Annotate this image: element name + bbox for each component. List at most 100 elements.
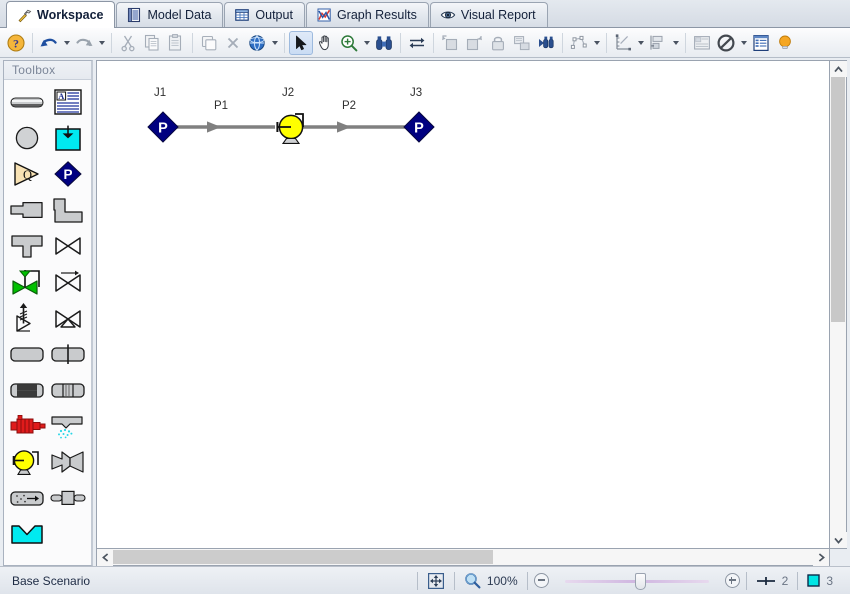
globe-dropdown-arrow[interactable] xyxy=(269,31,280,55)
tab-workspace[interactable]: Workspace xyxy=(6,1,116,28)
general-component-tool[interactable] xyxy=(48,480,90,516)
globe-icon[interactable] xyxy=(245,31,269,55)
pan-hand-icon[interactable] xyxy=(313,31,337,55)
pump-tool[interactable] xyxy=(6,444,48,480)
zoom-level-display[interactable]: 100% xyxy=(455,567,527,594)
heat-exchanger-tool[interactable] xyxy=(6,336,48,372)
junction-j2[interactable] xyxy=(276,113,304,144)
zoom-level-text: 100% xyxy=(486,573,518,588)
toolbar-separator xyxy=(400,32,401,53)
pipe-count-group: 2 xyxy=(747,567,798,594)
junction-j3[interactable]: P xyxy=(403,111,435,143)
area-change-tool[interactable] xyxy=(6,192,48,228)
check-valve-tool[interactable] xyxy=(48,264,90,300)
duplicate-icon xyxy=(197,31,221,55)
toolbox-panel: Toolbox A Q P xyxy=(3,60,93,566)
workspace-area: P P J1 J2 J3 P1 P2 xyxy=(96,60,847,566)
tab-output[interactable]: Output xyxy=(224,2,305,27)
control-valve-tool[interactable] xyxy=(6,264,48,300)
delete-icon xyxy=(221,31,245,55)
undo-icon[interactable] xyxy=(37,31,61,55)
three-way-valve-tool[interactable] xyxy=(48,300,90,336)
relief-valve-tool[interactable] xyxy=(6,300,48,336)
scroll-left-arrow[interactable] xyxy=(97,549,113,566)
orifice-tool[interactable] xyxy=(48,336,90,372)
help-icon[interactable]: ? xyxy=(4,31,28,55)
bring-to-front-icon xyxy=(462,31,486,55)
annotation-tool[interactable]: A xyxy=(48,84,90,120)
junction-label-j1: J1 xyxy=(154,87,167,99)
disable-dropdown-arrow[interactable] xyxy=(738,31,749,55)
toolbar-separator xyxy=(111,32,112,53)
pipe-tool[interactable] xyxy=(6,84,48,120)
zoom-slider-group[interactable] xyxy=(528,567,746,594)
jet-pump-tool[interactable] xyxy=(48,444,90,480)
pipe-p2[interactable] xyxy=(302,121,405,133)
bend-tool[interactable] xyxy=(48,192,90,228)
polyline-icon xyxy=(567,31,591,55)
junction-j1[interactable]: P xyxy=(147,111,179,143)
scale-icon xyxy=(611,31,635,55)
assigned-flow-tool[interactable]: Q xyxy=(6,156,48,192)
tab-visual-report[interactable]: Visual Report xyxy=(429,2,548,27)
pipe-p1[interactable] xyxy=(175,121,275,133)
undo-dropdown-arrow[interactable] xyxy=(61,31,72,55)
venturi-tool[interactable] xyxy=(48,372,90,408)
zoom-slider[interactable] xyxy=(549,567,725,594)
tab-label: Model Data xyxy=(147,8,212,22)
zoom-in-button[interactable] xyxy=(724,573,740,588)
branch-junction-tool[interactable] xyxy=(6,120,48,156)
find-object-icon[interactable] xyxy=(534,31,558,55)
no-entry-icon[interactable] xyxy=(714,31,738,55)
scenario-label: Base Scenario xyxy=(12,573,91,588)
workspace-canvas[interactable]: P P J1 J2 J3 P1 P2 xyxy=(96,60,830,549)
zoom-out-button[interactable] xyxy=(533,573,549,588)
zoom-slider-thumb[interactable] xyxy=(634,573,646,590)
spray-discharge-tool[interactable] xyxy=(48,408,90,444)
binoculars-icon[interactable] xyxy=(372,31,396,55)
svg-text:P: P xyxy=(158,120,168,136)
toolbar-separator xyxy=(606,32,607,53)
redo-icon[interactable] xyxy=(72,31,96,55)
zoom-icon[interactable] xyxy=(337,31,361,55)
tab-graph-results[interactable]: Graph Results xyxy=(305,2,429,27)
tab-model-data[interactable]: Model Data xyxy=(116,2,224,27)
canvas-vertical-scrollbar[interactable] xyxy=(830,60,847,549)
zoom-dropdown-arrow[interactable] xyxy=(361,31,372,55)
list-report-icon[interactable] xyxy=(749,31,773,55)
reciprocating-pump-tool[interactable] xyxy=(6,408,48,444)
scroll-up-arrow[interactable] xyxy=(830,61,847,77)
vertical-scroll-track[interactable] xyxy=(830,77,846,532)
horizontal-scroll-thumb[interactable] xyxy=(113,550,493,564)
scroll-down-arrow[interactable] xyxy=(830,532,847,548)
tab-label: Visual Report xyxy=(460,8,536,22)
flip-direction-icon[interactable] xyxy=(405,31,429,55)
tee-wye-tool[interactable] xyxy=(6,228,48,264)
fit-to-window-button[interactable] xyxy=(418,567,454,594)
pipe-count-icon xyxy=(756,576,775,585)
assigned-pressure-tool[interactable]: P xyxy=(48,156,90,192)
tab-label: Graph Results xyxy=(336,8,417,22)
lock-icon xyxy=(486,31,510,55)
application-window: Workspace Model Data Output Graph Result… xyxy=(0,0,850,594)
canvas-horizontal-scrollbar[interactable] xyxy=(96,549,830,566)
junction-label-j2: J2 xyxy=(282,87,295,99)
redo-dropdown-arrow[interactable] xyxy=(96,31,107,55)
static-element-tool[interactable] xyxy=(6,480,48,516)
weir-tool[interactable] xyxy=(6,516,48,552)
line-chart-icon xyxy=(316,7,332,23)
send-to-back-icon xyxy=(438,31,462,55)
toolbar-separator xyxy=(192,32,193,53)
pointer-icon[interactable] xyxy=(289,30,313,55)
horizontal-scroll-track[interactable] xyxy=(113,549,813,565)
lightbulb-icon[interactable] xyxy=(773,31,797,55)
notebook-icon xyxy=(126,7,142,23)
toolbox-title: Toolbox xyxy=(4,61,91,80)
align-icon xyxy=(646,31,670,55)
valve-tool[interactable] xyxy=(48,228,90,264)
annotation-icon xyxy=(690,31,714,55)
scroll-right-arrow[interactable] xyxy=(813,549,829,566)
screen-tool[interactable] xyxy=(6,372,48,408)
vertical-scroll-thumb[interactable] xyxy=(831,77,845,322)
tank-junction-tool[interactable] xyxy=(48,120,90,156)
